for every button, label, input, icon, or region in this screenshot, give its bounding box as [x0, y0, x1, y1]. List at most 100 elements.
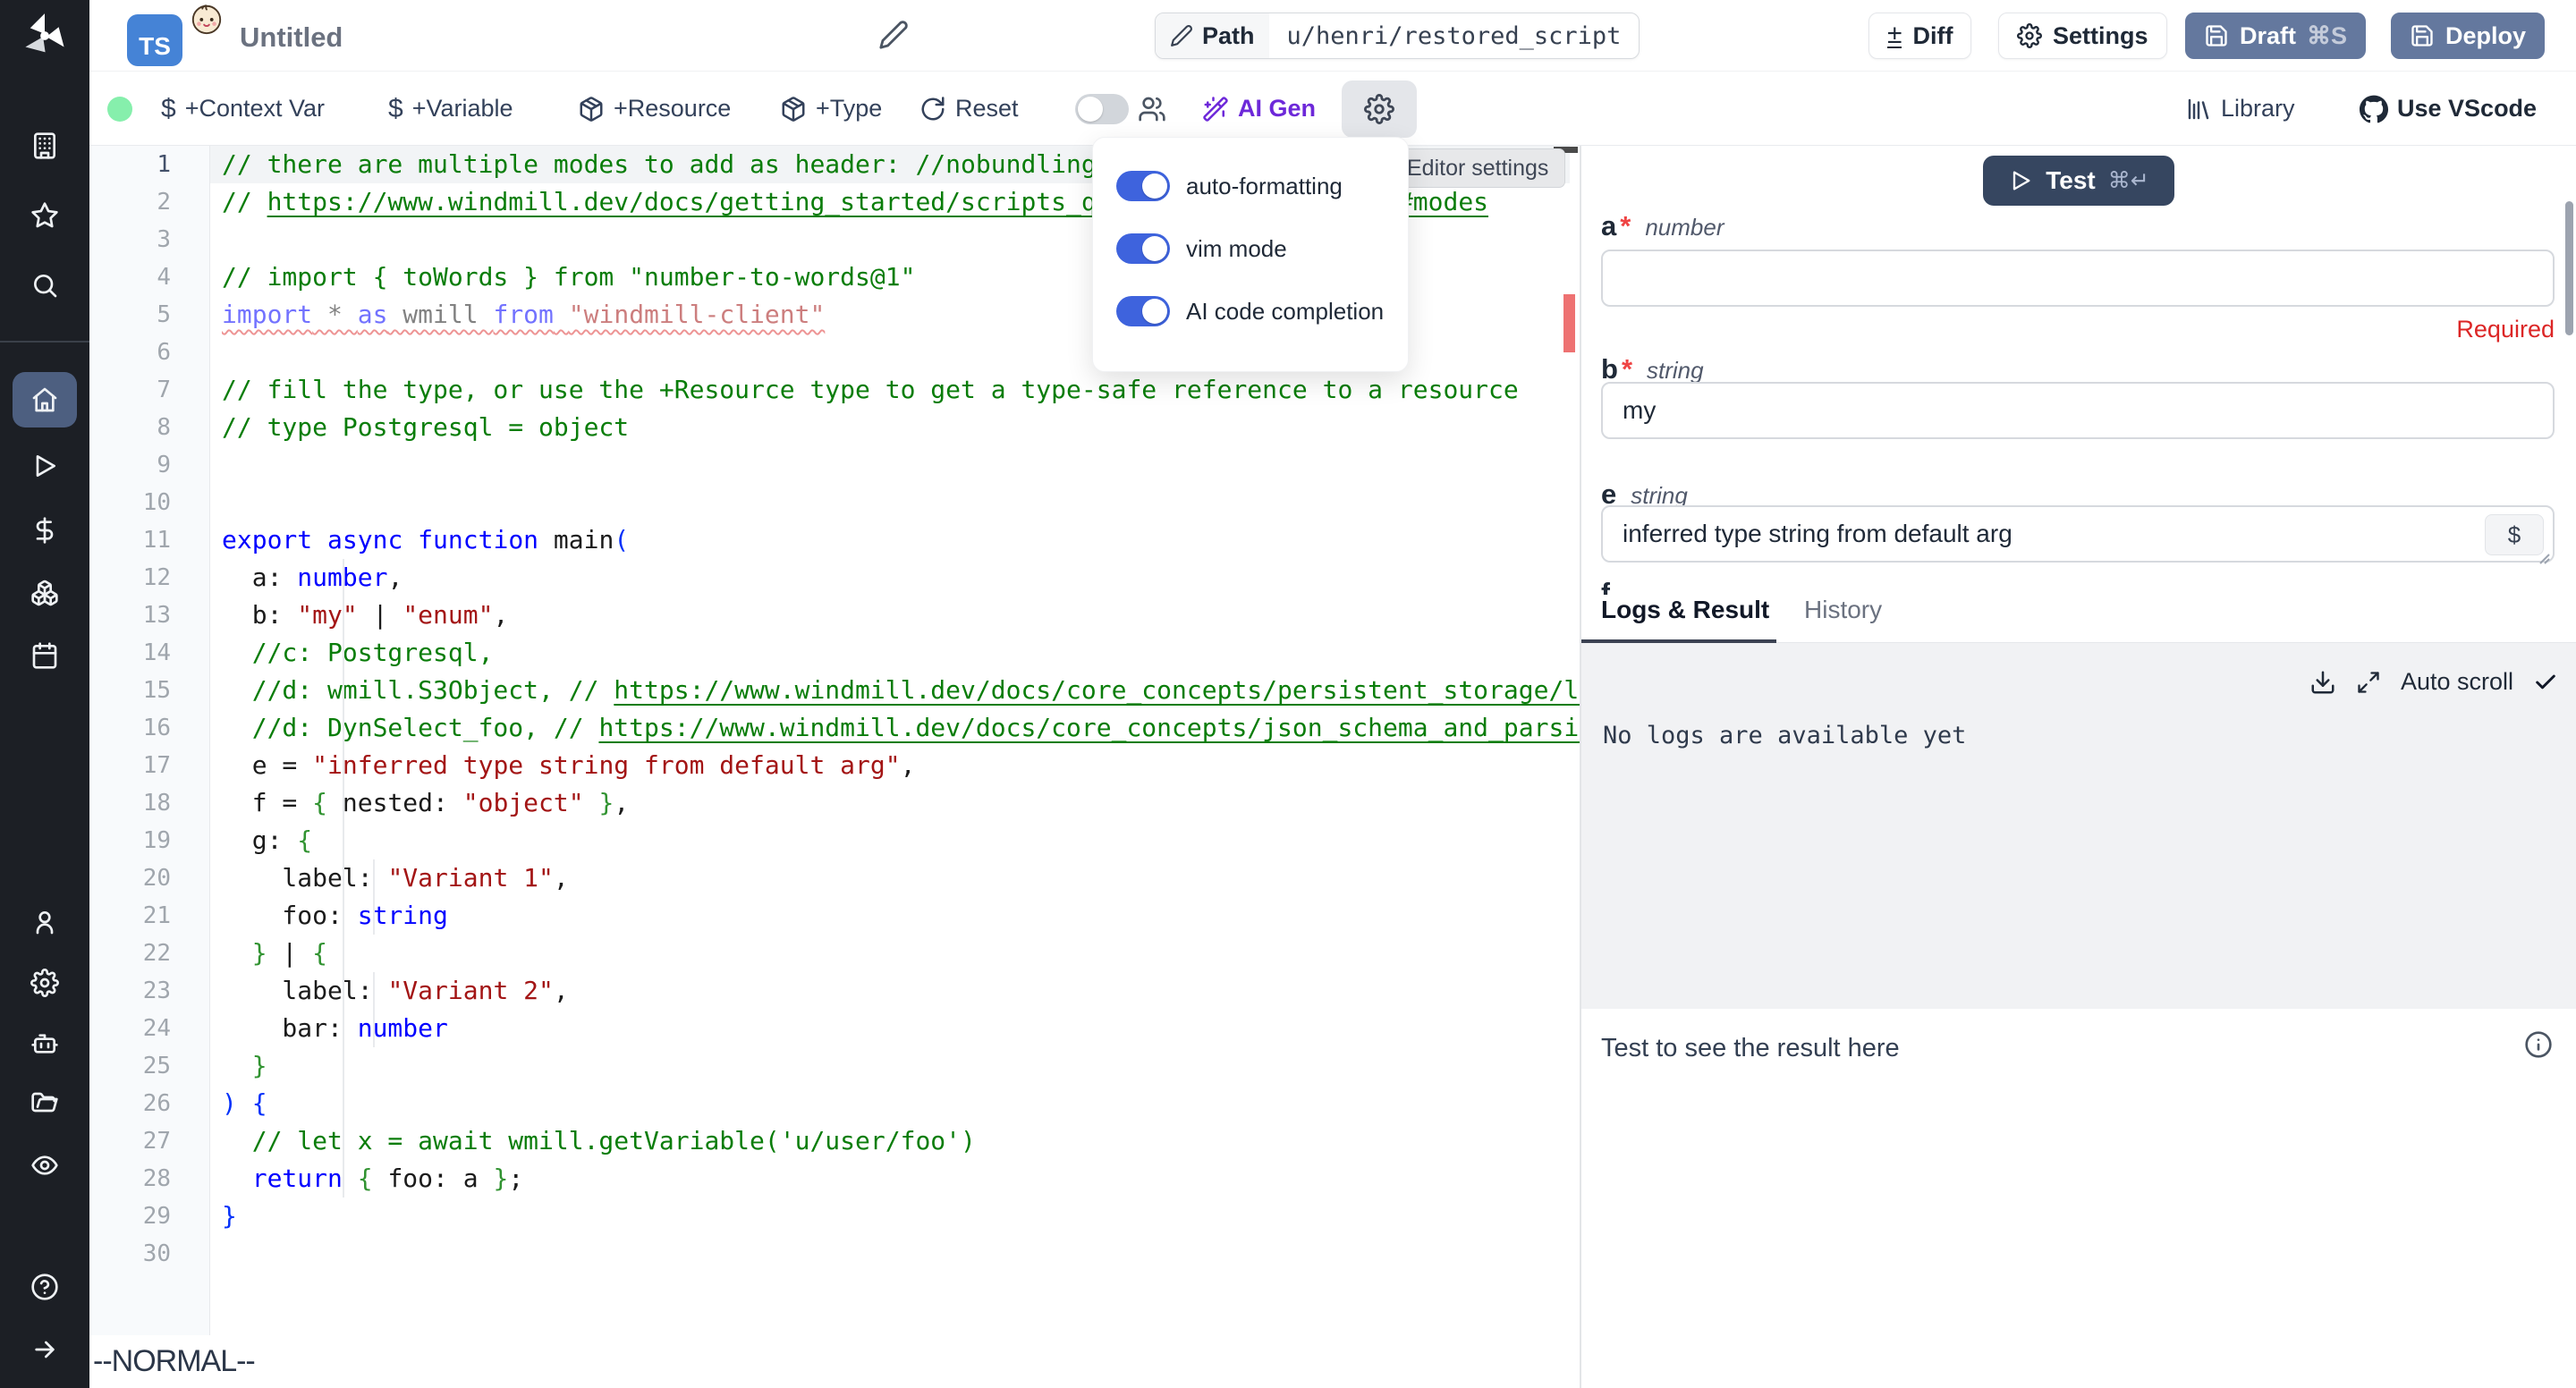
tab-history[interactable]: History [1804, 596, 1882, 643]
code-line-17: e = "inferred type string from default a… [222, 747, 915, 784]
diff-button[interactable]: ± Diff [1868, 13, 1971, 59]
ai-gen-button[interactable]: AI Gen [1202, 72, 1316, 146]
check-icon[interactable] [2533, 670, 2558, 695]
use-vscode-button[interactable]: Use VScode [2360, 72, 2537, 146]
add-variable-button[interactable]: $ +Variable [388, 72, 513, 146]
editor-setting-row: auto-formatting [1116, 165, 1408, 207]
library-button[interactable]: Library [2185, 72, 2295, 146]
code-line-19: g: { [222, 822, 312, 859]
editor-settings-menu: auto-formatting vim mode AI code completio… [1092, 137, 1409, 372]
path-label: Path [1202, 22, 1255, 50]
multiplayer-switch[interactable] [1075, 94, 1129, 124]
gear-icon [1364, 94, 1394, 124]
info-icon[interactable] [2524, 1030, 2553, 1059]
dollar-icon [30, 516, 59, 545]
line-number: 6 [89, 334, 210, 371]
editor-settings-button[interactable] [1342, 80, 1417, 138]
field-e-input[interactable]: inferred type string from default arg $ [1601, 505, 2555, 563]
draft-button[interactable]: Draft ⌘S [2185, 13, 2366, 59]
indent-guide [373, 972, 375, 1047]
settings-button[interactable]: Settings [1998, 13, 2167, 59]
toggle-ai-code-completion[interactable] [1116, 296, 1170, 326]
script-path-field[interactable]: Path u/henri/restored_script [1155, 13, 1640, 59]
search-icon [30, 271, 59, 300]
field-b-input[interactable]: my [1601, 382, 2555, 439]
code-line-23: label: "Variant 2", [222, 972, 569, 1010]
sidebar-item-folder[interactable] [13, 1077, 77, 1132]
line-number: 19 [89, 822, 210, 859]
line-number: 23 [89, 972, 210, 1010]
sidebar-item-dollar[interactable] [13, 503, 77, 558]
editor-setting-row: AI code completion [1116, 290, 1408, 333]
pencil-icon [1170, 24, 1193, 47]
add-type-button[interactable]: +Type [780, 72, 882, 146]
page-title: Untitled [240, 21, 343, 54]
sidebar-item-gear[interactable] [13, 955, 77, 1011]
sidebar-item-help[interactable] [13, 1259, 77, 1315]
wand-icon [1202, 96, 1229, 123]
toggle-vim-mode[interactable] [1116, 233, 1170, 264]
expand-icon[interactable] [2356, 670, 2381, 695]
play-icon [30, 452, 59, 480]
sidebar-item-building[interactable] [13, 118, 77, 174]
line-number: 9 [89, 446, 210, 484]
multiplayer-toggle[interactable] [1075, 72, 1166, 146]
field-b-label: b* string [1601, 353, 1704, 385]
line-number: 29 [89, 1198, 210, 1235]
result-area: Test to see the result here [1581, 1009, 2576, 1388]
sidebar-item-play[interactable] [13, 438, 77, 494]
add-resource-button[interactable]: +Resource [578, 72, 731, 146]
code-line-8: // type Postgresql = object [222, 409, 629, 446]
toggle-label: vim mode [1186, 235, 1287, 263]
field-a-input[interactable] [1601, 250, 2555, 307]
vim-status-bar: --NORMAL-- [89, 1335, 1580, 1388]
rotate-icon [919, 96, 946, 123]
path-value[interactable]: u/henri/restored_script [1269, 13, 1640, 58]
line-number: 28 [89, 1160, 210, 1198]
save-icon [2204, 23, 2229, 48]
draft-shortcut: ⌘S [2307, 22, 2347, 50]
indent-guide [343, 559, 344, 1198]
sidebar-item-home[interactable] [13, 372, 77, 427]
download-icon[interactable] [2309, 669, 2336, 696]
boxes-icon [30, 579, 59, 607]
line-number: 13 [89, 597, 210, 634]
sidebar-item-user[interactable] [13, 894, 77, 950]
vim-mode-indicator: --NORMAL-- [89, 1344, 255, 1379]
edit-title-pencil-icon[interactable] [878, 20, 909, 50]
logs-area: Auto scroll No logs are available yet [1581, 643, 2576, 1009]
field-a-error: Required [2456, 316, 2555, 343]
sidebar-item-calendar[interactable] [13, 628, 77, 683]
toggle-auto-formatting[interactable] [1116, 171, 1170, 201]
path-label-group: Path [1156, 13, 1269, 58]
sidebar-item-bot[interactable] [13, 1016, 77, 1071]
package-icon [578, 96, 605, 123]
code-line-15: //d: wmill.S3Object, // https://www.wind… [222, 672, 1580, 709]
sidebar-item-eye[interactable] [13, 1138, 77, 1193]
sidebar-item-star[interactable] [13, 188, 77, 243]
form-scrollbar[interactable] [2565, 201, 2573, 335]
line-number: 18 [89, 784, 210, 822]
code-line-29: } [222, 1198, 237, 1235]
line-number: 1 [89, 146, 210, 183]
auto-scroll-label: Auto scroll [2401, 668, 2513, 696]
code-line-27: // let x = await wmill.getVariable('u/us… [222, 1122, 976, 1160]
sidebar-item-search[interactable] [13, 258, 77, 313]
result-tabs: Logs & Result History [1581, 596, 2576, 643]
reset-button[interactable]: Reset [919, 72, 1019, 146]
windmill-logo-icon[interactable] [21, 13, 68, 59]
line-number: 27 [89, 1122, 210, 1160]
left-sidebar [0, 0, 89, 1388]
code-line-14: //c: Postgresql, [222, 634, 493, 672]
line-number: 8 [89, 409, 210, 446]
deploy-button[interactable]: Deploy [2391, 13, 2545, 59]
sidebar-item-boxes[interactable] [13, 565, 77, 621]
sidebar-item-arrow-right[interactable] [13, 1322, 77, 1377]
add-context-var-button[interactable]: $ +Context Var [161, 72, 325, 146]
test-button[interactable]: Test ⌘↵ [1983, 156, 2174, 206]
line-number: 30 [89, 1235, 210, 1273]
required-marker: * [1622, 353, 1632, 385]
tab-logs-result[interactable]: Logs & Result [1601, 596, 1769, 643]
error-overview-marker [1563, 294, 1575, 352]
resize-grip-icon[interactable] [2535, 543, 2551, 559]
